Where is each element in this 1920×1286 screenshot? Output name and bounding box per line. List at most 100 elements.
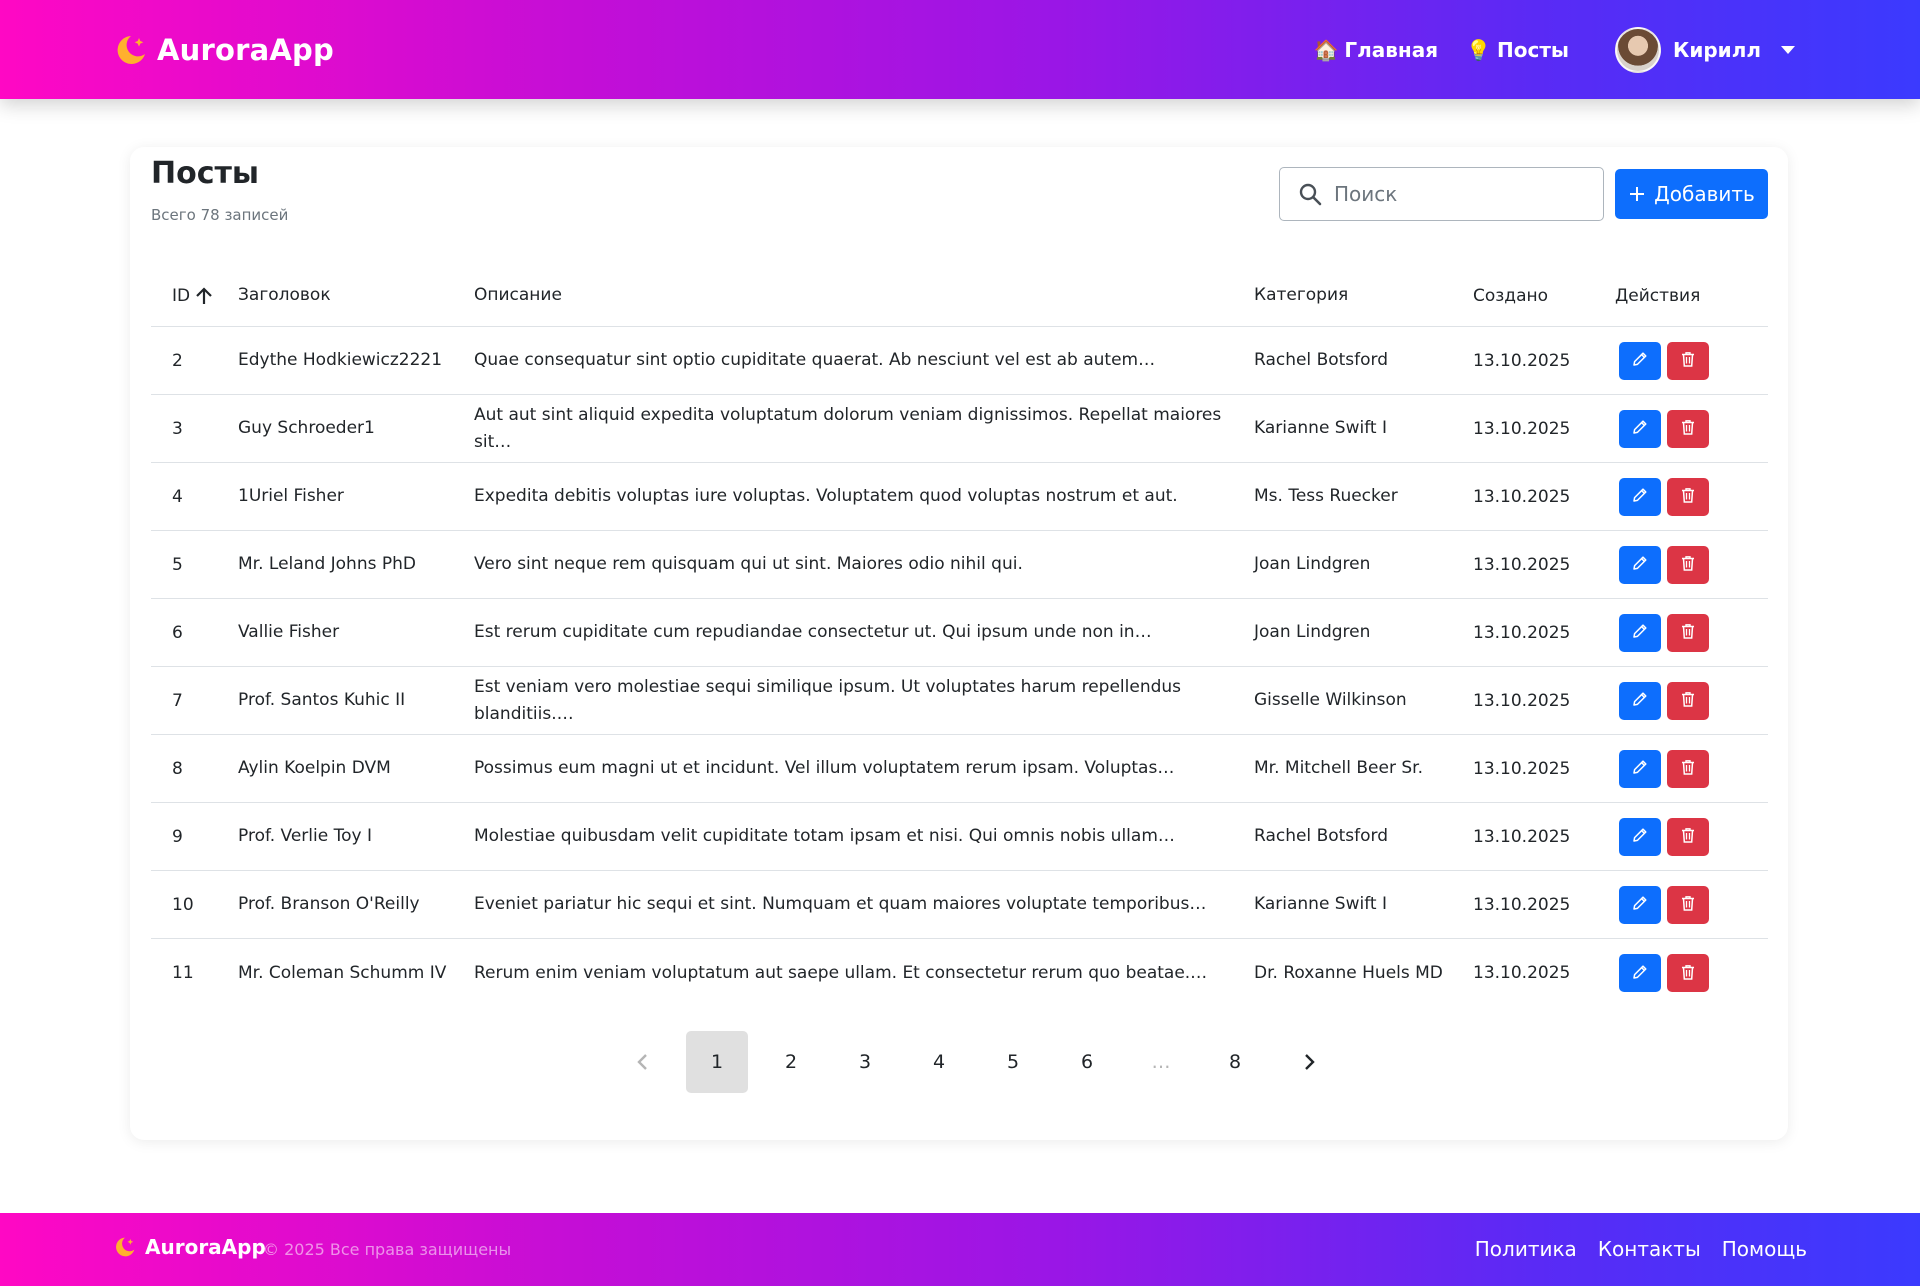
cell-category: Rachel Botsford — [1254, 350, 1389, 370]
user-name: Кирилл — [1673, 38, 1761, 62]
brand[interactable]: AuroraApp — [113, 28, 334, 72]
edit-button[interactable] — [1619, 954, 1661, 992]
page-button-3[interactable]: 3 — [834, 1031, 896, 1093]
posts-table: ID Заголовок Описание Категория Создано … — [151, 265, 1768, 1007]
cell-title: Mr. Coleman Schumm IV — [238, 962, 447, 983]
moon-star-icon — [116, 1237, 135, 1257]
delete-button[interactable] — [1667, 613, 1709, 652]
cell-description: Rerum enim veniam voluptatum aut saepe u… — [474, 962, 1208, 983]
cell-actions — [1615, 341, 1768, 380]
search-input[interactable] — [1334, 182, 1574, 206]
cell-id: 7 — [172, 690, 183, 711]
cell-actions — [1615, 817, 1768, 856]
footer-brand-name: AuroraApp — [145, 1235, 266, 1259]
page-button-6[interactable]: 6 — [1056, 1031, 1118, 1093]
column-title: Заголовок — [238, 285, 331, 305]
pencil-icon — [1631, 826, 1649, 847]
page-button-2[interactable]: 2 — [760, 1031, 822, 1093]
edit-button[interactable] — [1619, 477, 1661, 516]
edit-button[interactable] — [1619, 341, 1661, 380]
edit-button[interactable] — [1619, 749, 1661, 788]
cell-created: 13.10.2025 — [1473, 554, 1571, 575]
page-list: 1 2 3 4 5 6 … 8 — [680, 1031, 1272, 1093]
pencil-icon — [1631, 963, 1649, 984]
next-page-button[interactable] — [1278, 1031, 1340, 1093]
table-header: ID Заголовок Описание Категория Создано … — [151, 265, 1768, 327]
cell-actions — [1615, 681, 1768, 720]
delete-button[interactable] — [1667, 545, 1709, 584]
avatar — [1615, 27, 1661, 73]
cell-created: 13.10.2025 — [1473, 350, 1571, 371]
search-box[interactable] — [1279, 167, 1604, 221]
delete-button[interactable] — [1667, 749, 1709, 788]
cell-actions — [1615, 477, 1768, 516]
delete-button[interactable] — [1667, 954, 1709, 992]
table-row: 11 Mr. Coleman Schumm IV Rerum enim veniam… — [151, 939, 1768, 1007]
delete-button[interactable] — [1667, 477, 1709, 516]
table-row: 10 Prof. Branson O'Reilly Eveniet pariatur… — [151, 871, 1768, 939]
cell-description: Molestiae quibusdam velit cupiditate tot… — [474, 826, 1175, 846]
cell-actions — [1615, 954, 1768, 992]
nav-link-home[interactable]: 🏠 Главная — [1313, 38, 1438, 62]
pencil-icon — [1631, 894, 1649, 915]
cell-title: Edythe Hodkiewicz2221 — [238, 350, 443, 370]
delete-button[interactable] — [1667, 409, 1709, 448]
cell-description: Eveniet pariatur hic sequi et sint. Numq… — [474, 894, 1207, 914]
footer-link-help[interactable]: Помощь — [1722, 1237, 1807, 1261]
edit-button[interactable] — [1619, 545, 1661, 584]
page-button-1[interactable]: 1 — [686, 1031, 748, 1093]
nav-link-posts[interactable]: 💡 Посты — [1466, 38, 1569, 62]
edit-button[interactable] — [1619, 817, 1661, 856]
page-button-8[interactable]: 8 — [1204, 1031, 1266, 1093]
delete-button[interactable] — [1667, 341, 1709, 380]
cell-created: 13.10.2025 — [1473, 894, 1571, 915]
plus-icon — [1630, 187, 1645, 201]
footer-brand[interactable]: AuroraApp — [113, 1235, 266, 1259]
footer-links: Политика Контакты Помощь — [1475, 1237, 1807, 1261]
add-button[interactable]: Добавить — [1615, 169, 1768, 219]
table-row: 4 1Uriel Fisher Expedita debitis voluptas … — [151, 463, 1768, 531]
page-title: Посты — [151, 156, 260, 191]
cell-category: Joan Lindgren — [1254, 622, 1371, 642]
cell-title: Prof. Branson O'Reilly — [238, 894, 420, 914]
pencil-icon — [1631, 690, 1649, 711]
edit-button[interactable] — [1619, 409, 1661, 448]
caret-down-icon — [1781, 46, 1795, 54]
cell-description: Vero sint neque rem quisquam qui ut sint… — [474, 554, 1023, 574]
cell-created: 13.10.2025 — [1473, 963, 1571, 983]
cell-created: 13.10.2025 — [1473, 758, 1571, 779]
user-menu[interactable]: Кирилл — [1615, 27, 1795, 73]
trash-icon — [1679, 690, 1697, 711]
cell-category: Karianne Swift I — [1254, 418, 1387, 438]
page-button-5[interactable]: 5 — [982, 1031, 1044, 1093]
cell-title: Guy Schroeder1 — [238, 418, 375, 438]
cell-category: Ms. Tess Ruecker — [1254, 486, 1398, 506]
trash-icon — [1679, 350, 1697, 371]
pencil-icon — [1631, 554, 1649, 575]
page-button-4[interactable]: 4 — [908, 1031, 970, 1093]
delete-button[interactable] — [1667, 681, 1709, 720]
footer-link-policy[interactable]: Политика — [1475, 1237, 1577, 1261]
cell-category: Gisselle Wilkinson — [1254, 690, 1407, 710]
footer-link-contacts[interactable]: Контакты — [1598, 1237, 1701, 1261]
edit-button[interactable] — [1619, 681, 1661, 720]
cell-description: Est rerum cupiditate cum repudiandae con… — [474, 622, 1152, 642]
pencil-icon — [1631, 758, 1649, 779]
trash-icon — [1679, 758, 1697, 779]
records-count: Всего 78 записей — [151, 206, 289, 224]
delete-button[interactable] — [1667, 817, 1709, 856]
edit-button[interactable] — [1619, 885, 1661, 924]
footer: AuroraApp © 2025 Все права защищены Поли… — [0, 1213, 1920, 1286]
table-row: 6 Vallie Fisher Est rerum cupiditate cum r… — [151, 599, 1768, 667]
nav-link-posts-label: Посты — [1496, 38, 1569, 62]
column-id[interactable]: ID — [151, 286, 238, 306]
cell-title: Aylin Koelpin DVM — [238, 758, 391, 778]
cell-id: 5 — [172, 554, 183, 575]
cell-description: Possimus eum magni ut et incidunt. Vel i… — [474, 758, 1175, 778]
cell-id: 4 — [172, 486, 183, 507]
sort-id-button[interactable]: ID — [172, 286, 238, 306]
trash-icon — [1679, 894, 1697, 915]
delete-button[interactable] — [1667, 885, 1709, 924]
edit-button[interactable] — [1619, 613, 1661, 652]
prev-page-button[interactable] — [612, 1031, 674, 1093]
